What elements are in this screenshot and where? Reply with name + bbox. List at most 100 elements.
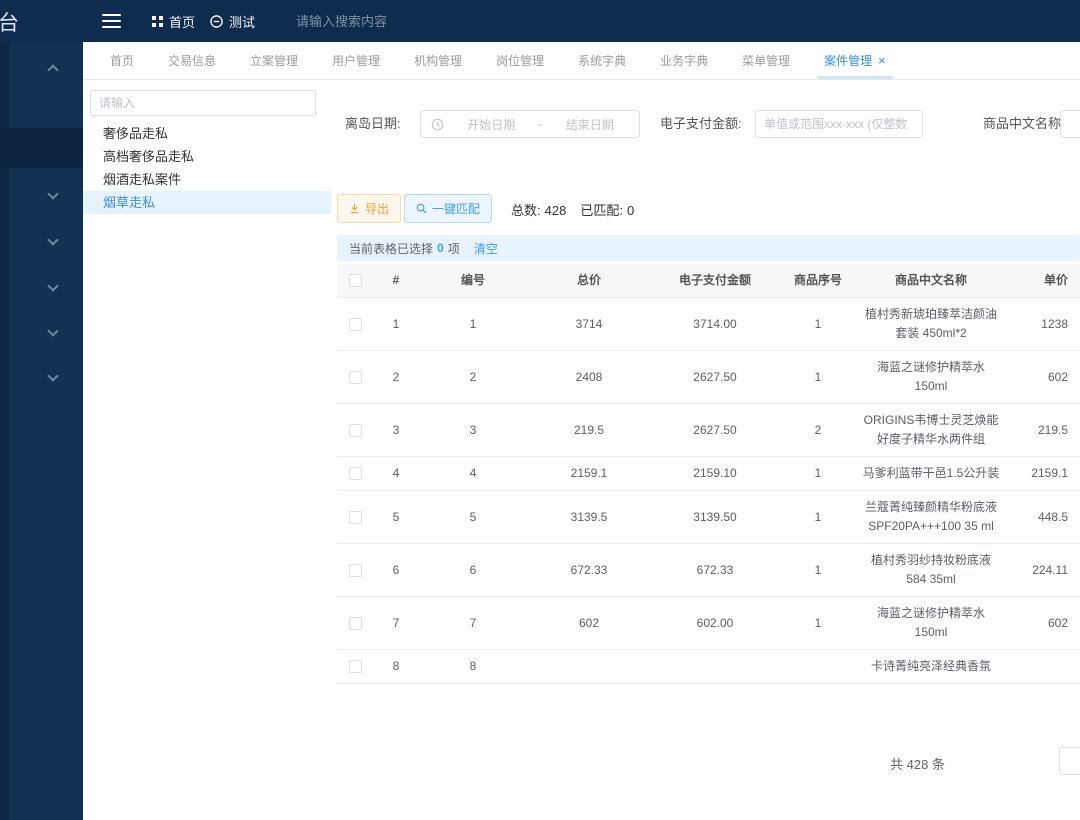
date-start-placeholder[interactable]: 开始日期 [452, 116, 531, 133]
cell-unit: 224.11 [1005, 554, 1080, 587]
tab-6[interactable]: 系统字典 [561, 42, 643, 79]
cell-idx: 3 [373, 414, 419, 447]
tree-item-1[interactable]: 高档奢侈品走私 [83, 145, 331, 168]
topnav-home[interactable]: 首页 [152, 0, 195, 42]
tab-3[interactable]: 用户管理 [315, 42, 397, 79]
cell-no: 8 [419, 650, 527, 683]
tree-item-2[interactable]: 烟酒走私案件 [83, 168, 331, 191]
clock-icon [431, 118, 444, 131]
tab-label: 菜单管理 [742, 52, 790, 69]
tab-2[interactable]: 立案管理 [233, 42, 315, 79]
row-checkbox-cell [337, 557, 373, 584]
row-checkbox[interactable] [349, 617, 362, 630]
chevron-down-icon[interactable] [47, 370, 58, 381]
tree-item-3[interactable]: 烟草走私 [83, 191, 331, 214]
match-stats: 总数:428已匹配:0 [511, 200, 634, 219]
col-header: 商品中文名称 [857, 264, 1005, 297]
amount-filter-input[interactable] [755, 110, 923, 138]
cell-idx: 1 [373, 308, 419, 341]
chevron-down-icon[interactable] [47, 234, 58, 245]
row-checkbox[interactable] [349, 318, 362, 331]
select-all-checkbox[interactable] [349, 274, 362, 287]
table-row: 553139.53139.501兰蔻菁纯臻颜精华粉底液SPF20PA+++100… [337, 491, 1080, 544]
cell-unit: 602 [1005, 361, 1080, 394]
tree-item-0[interactable]: 奢侈品走私 [83, 122, 331, 145]
tab-bar: 首页交易信息立案管理用户管理机构管理岗位管理系统字典业务字典 菜单管理案件管理× [83, 42, 1080, 80]
cell-pay: 2159.10 [651, 457, 779, 490]
export-button[interactable]: 导出 [337, 194, 401, 223]
row-checkbox[interactable] [349, 564, 362, 577]
cell-seq: 2 [779, 414, 857, 447]
cell-seq: 1 [779, 361, 857, 394]
tab-label: 岗位管理 [496, 52, 544, 69]
cell-seq: 1 [779, 607, 857, 640]
cell-pay: 602.00 [651, 607, 779, 640]
row-checkbox-cell [337, 311, 373, 338]
cell-pay [651, 660, 779, 674]
tab-9[interactable]: 案件管理× [807, 42, 903, 79]
tab-4[interactable]: 机构管理 [397, 42, 479, 79]
row-checkbox[interactable] [349, 371, 362, 384]
clear-selection-link[interactable]: 清空 [474, 240, 498, 257]
table-row: 88卡诗菁纯亮泽经典香氛 [337, 650, 1080, 684]
row-checkbox-cell [337, 653, 373, 680]
date-end-placeholder[interactable]: 结束日期 [551, 116, 630, 133]
goods-table: # 编号 总价 电子支付金额 商品序号 商品中文名称 单价 1137143714… [337, 264, 1080, 706]
tree-search-input[interactable] [90, 90, 316, 116]
cell-pay: 2627.50 [651, 414, 779, 447]
row-checkbox-cell [337, 504, 373, 531]
tab-label: 首页 [110, 52, 134, 69]
cell-pay: 3714.00 [651, 308, 779, 341]
tab-8[interactable]: 菜单管理 [725, 42, 807, 79]
col-header: 总价 [527, 264, 651, 297]
row-checkbox[interactable] [349, 424, 362, 437]
top-bar: 台 首页 测试 请输入搜索内容 [0, 0, 1080, 42]
logo-text-fragment: 台 [0, 7, 19, 37]
chevron-down-icon[interactable] [47, 188, 58, 199]
sidebar-active-item[interactable] [0, 128, 83, 168]
col-header: 商品序号 [779, 264, 857, 297]
cell-no: 6 [419, 554, 527, 587]
tab-close-icon[interactable]: × [878, 53, 886, 68]
col-header: 单价 [1005, 264, 1080, 297]
global-search-input[interactable]: 请输入搜索内容 [296, 11, 387, 30]
page-size-select[interactable] [1059, 747, 1080, 775]
total-label: 总数: [511, 203, 541, 218]
tab-label: 业务字典 [660, 52, 708, 69]
table-row: 1137143714.001植村秀新琥珀臻萃洁颜油套装 450ml*21238 [337, 298, 1080, 351]
row-checkbox[interactable] [349, 660, 362, 673]
chevron-up-icon[interactable] [47, 64, 58, 75]
tab-1[interactable]: 交易信息 [151, 42, 233, 79]
row-checkbox[interactable] [349, 467, 362, 480]
cell-name: 植村秀新琥珀臻萃洁颜油套装 450ml*2 [857, 298, 1005, 350]
tab-5[interactable]: 岗位管理 [479, 42, 561, 79]
row-checkbox-cell [337, 364, 373, 391]
date-range-picker[interactable]: 开始日期 - 结束日期 [420, 110, 640, 138]
topnav-test[interactable]: 测试 [210, 0, 255, 42]
tab-0[interactable]: 首页 [93, 42, 151, 79]
selection-info-bar: 当前表格已选择 0 项 清空 [337, 235, 1080, 261]
cell-name: 兰蔻菁纯臻颜精华粉底液SPF20PA+++100 35 ml [857, 491, 1005, 543]
selection-suffix: 项 [448, 240, 460, 257]
table-row: 77602602.001海蓝之谜修护精萃水 150ml602 [337, 597, 1080, 650]
cell-total: 2159.1 [527, 457, 651, 490]
date-separator: - [539, 117, 543, 131]
matched-value: 0 [627, 203, 634, 218]
one-click-match-button[interactable]: 一键匹配 [404, 194, 492, 223]
cell-name: 马爹利蓝带干邑1.5公升装 [857, 457, 1005, 490]
hamburger-menu-icon[interactable] [102, 14, 121, 28]
cell-unit: 1238 [1005, 308, 1080, 341]
tab-7[interactable]: 业务字典 [643, 42, 725, 79]
cell-idx: 8 [373, 650, 419, 683]
cell-total: 2408 [527, 361, 651, 394]
chevron-down-icon[interactable] [47, 280, 58, 291]
header-checkbox-cell [337, 267, 373, 294]
row-checkbox[interactable] [349, 511, 362, 524]
name-filter-input[interactable] [1060, 110, 1080, 138]
chevron-down-icon[interactable] [47, 325, 58, 336]
download-icon [349, 203, 360, 214]
cell-pay: 672.33 [651, 554, 779, 587]
table-row: 442159.12159.101马爹利蓝带干邑1.5公升装2159.1 [337, 457, 1080, 491]
total-value: 428 [545, 203, 567, 218]
search-icon [416, 203, 427, 214]
